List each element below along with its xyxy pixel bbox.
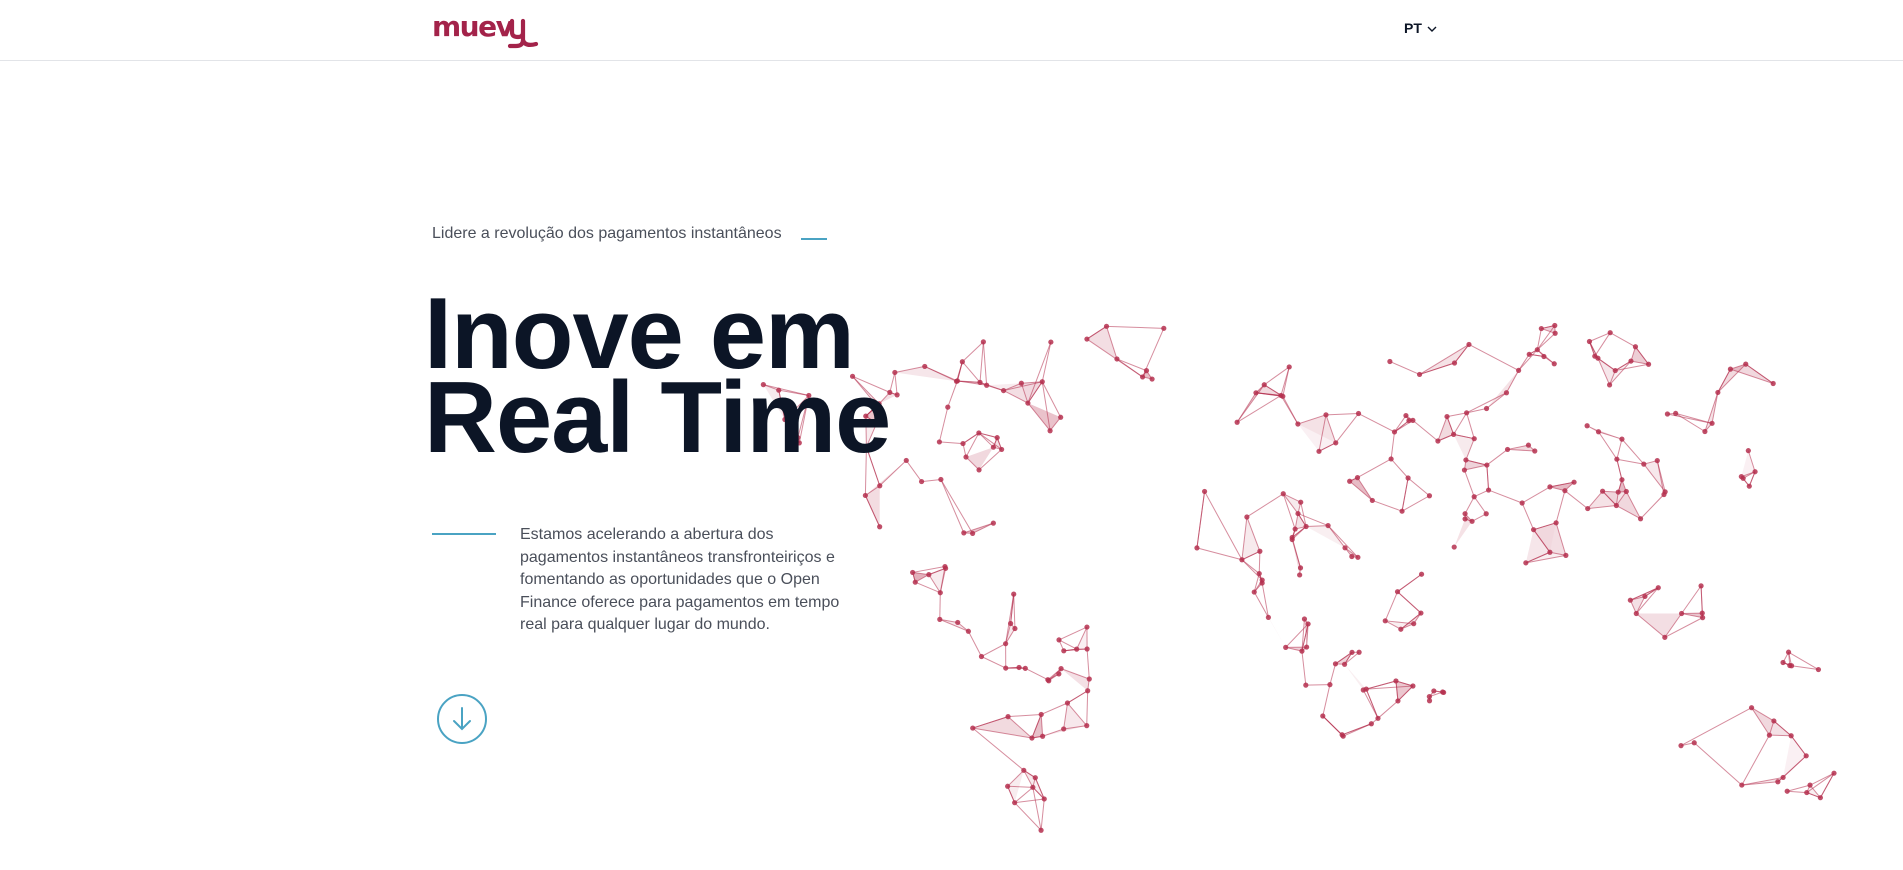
arrow-down-icon	[453, 707, 471, 731]
hero-description: Estamos acelerando a abertura dos pagame…	[520, 526, 840, 633]
scroll-down-button[interactable]	[437, 694, 487, 744]
headline-line-2: Real Time	[424, 362, 891, 474]
hero-headline: Inove em Real Time	[424, 284, 891, 474]
world-network-map	[760, 322, 1837, 833]
